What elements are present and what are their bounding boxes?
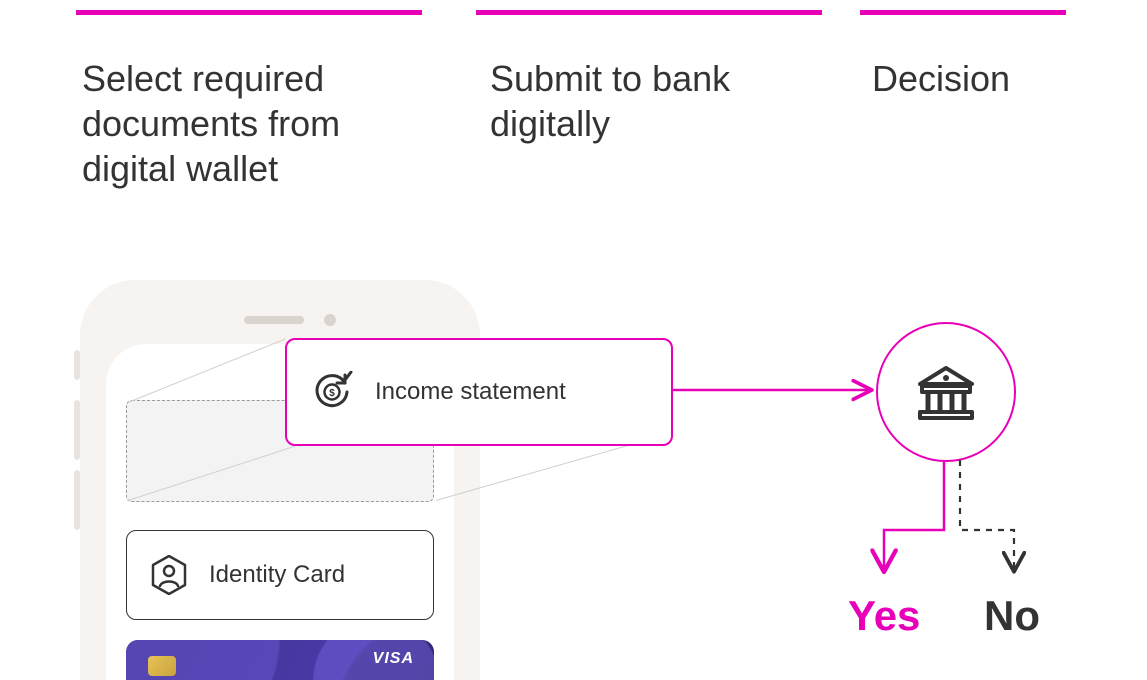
step-bar-2 <box>476 10 822 15</box>
svg-text:$: $ <box>329 388 335 399</box>
identity-card-item: Identity Card <box>126 530 434 620</box>
card-chip-icon <box>148 656 176 676</box>
phone-side-button <box>74 350 80 380</box>
card-brand-label: VISA <box>373 650 414 668</box>
step-bar-3 <box>860 10 1066 15</box>
step-title-submit: Submit to bank digitally <box>490 56 810 146</box>
decision-yes-label: Yes <box>848 592 920 640</box>
bank-node <box>876 322 1016 462</box>
income-refresh-icon: $ <box>311 371 353 413</box>
payment-card: VISA <box>126 640 434 680</box>
arrow-to-no <box>960 460 1014 570</box>
income-statement-label: Income statement <box>375 378 566 406</box>
decision-no-label: No <box>984 592 1040 640</box>
bank-icon <box>910 356 982 428</box>
step-title-select: Select required documents from digital w… <box>82 56 422 191</box>
phone-side-button <box>74 470 80 530</box>
identity-card-label: Identity Card <box>209 561 345 589</box>
step-bar-1 <box>76 10 422 15</box>
phone-camera <box>324 314 336 326</box>
person-hex-icon <box>151 555 187 595</box>
diagram-stage: Select required documents from digital w… <box>0 0 1147 680</box>
phone-speaker <box>244 316 304 324</box>
step-title-decision: Decision <box>872 56 1072 101</box>
arrow-to-yes <box>884 460 944 570</box>
phone-side-button <box>74 400 80 460</box>
income-statement-card: $ Income statement <box>285 338 673 446</box>
